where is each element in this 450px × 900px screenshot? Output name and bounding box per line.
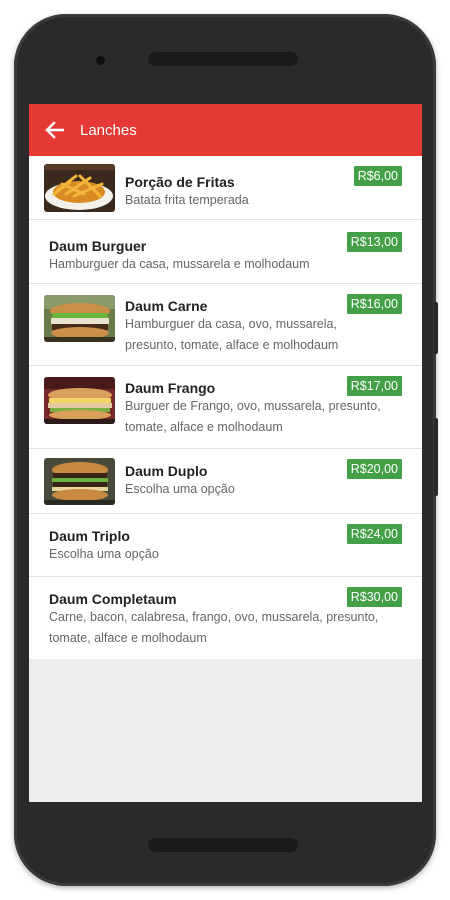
- volume-button: [434, 302, 438, 354]
- burger-photo: [44, 295, 115, 342]
- item-name: Porção de Fritas: [125, 174, 235, 190]
- list-item[interactable]: Daum Duplo Escolha uma opção R$20,00: [29, 449, 422, 514]
- app-bar: Lanches: [29, 104, 422, 156]
- double-burger-photo: [44, 458, 115, 505]
- item-description: Hamburguer da casa, mussarela e molhodau…: [49, 257, 310, 271]
- price-badge: R$17,00: [346, 376, 402, 396]
- item-thumbnail: [44, 295, 115, 342]
- price-badge: R$16,00: [346, 294, 402, 314]
- item-description: Burguer de Frango, ovo, mussarela, presu…: [125, 399, 381, 434]
- price-badge: R$24,00: [346, 524, 402, 544]
- item-name: Daum Carne: [125, 298, 208, 314]
- item-description: Batata frita temperada: [125, 193, 249, 207]
- price-badge: R$30,00: [346, 587, 402, 607]
- item-thumbnail: [44, 377, 115, 424]
- page-title: Lanches: [80, 121, 137, 139]
- item-name: Daum Completaum: [49, 591, 177, 607]
- list-item[interactable]: Porção de Fritas Batata frita temperada …: [29, 156, 422, 220]
- item-name: Daum Burguer: [49, 238, 147, 254]
- item-name: Daum Triplo: [49, 528, 130, 544]
- list-item[interactable]: Daum Frango Burguer de Frango, ovo, muss…: [29, 366, 422, 449]
- app-screen: Lanches Porção de Fritas Batata frita te…: [29, 104, 422, 802]
- list-item[interactable]: Daum Triplo Escolha uma opção R$24,00: [29, 514, 422, 577]
- price-badge: R$6,00: [353, 166, 402, 186]
- item-name: Daum Frango: [125, 380, 216, 396]
- item-description: Carne, bacon, calabresa, frango, ovo, mu…: [49, 610, 379, 645]
- bottom-speaker: [148, 838, 298, 852]
- menu-list: Porção de Fritas Batata frita temperada …: [29, 156, 422, 659]
- item-description: Hamburguer da casa, ovo, mussarela, pres…: [125, 317, 339, 352]
- item-description: Escolha uma opção: [49, 547, 159, 561]
- back-button[interactable]: [33, 104, 75, 156]
- arrow-left-icon: [45, 121, 64, 139]
- item-thumbnail: [44, 458, 115, 505]
- item-description: Escolha uma opção: [125, 482, 235, 496]
- fries-photo: [44, 164, 115, 212]
- price-badge: R$13,00: [346, 232, 402, 252]
- power-button: [434, 418, 438, 496]
- item-name: Daum Duplo: [125, 463, 208, 479]
- item-thumbnail: [44, 164, 115, 212]
- list-item[interactable]: Daum Burguer Hamburguer da casa, mussare…: [29, 220, 422, 284]
- list-item[interactable]: Daum Completaum Carne, bacon, calabresa,…: [29, 577, 422, 659]
- price-badge: R$20,00: [346, 459, 402, 479]
- list-item[interactable]: Daum Carne Hamburguer da casa, ovo, muss…: [29, 284, 422, 366]
- front-camera: [96, 56, 105, 65]
- earpiece-speaker: [148, 52, 298, 66]
- chicken-burger-photo: [44, 377, 115, 424]
